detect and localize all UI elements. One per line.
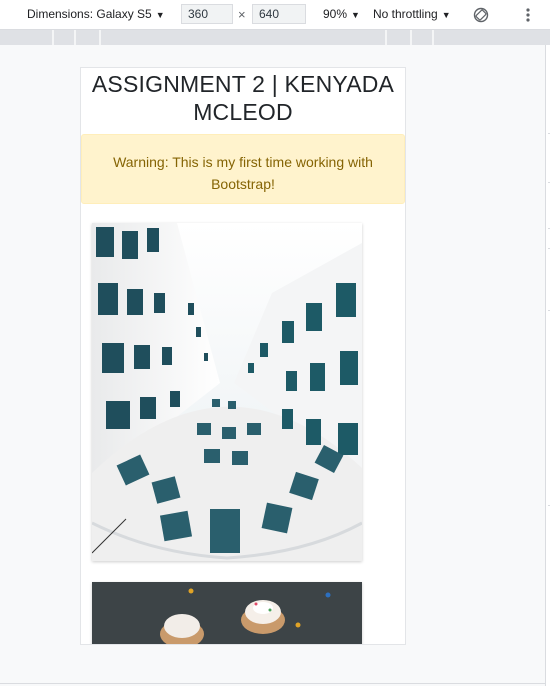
ruler-divider [432,30,434,45]
media-query-ruler[interactable] [0,30,550,45]
times-symbol: × [238,7,246,22]
throttling-label: No throttling [373,7,438,21]
width-input[interactable]: 360 [181,4,233,24]
ruler-divider [410,30,412,45]
caret-down-icon: ▼ [351,10,360,20]
page-title: ASSIGNMENT 2 | KENYADA MCLEOD [91,71,395,125]
caret-down-icon: ▼ [155,10,165,20]
ruler-divider [52,30,54,45]
rotate-icon[interactable] [473,7,489,23]
device-toolbar: Dimensions: Galaxy S5 ▼ 360 × 640 90% ▼ No… [0,0,550,30]
device-dimensions-select[interactable]: Dimensions: Galaxy S5 ▼ [27,0,165,29]
warning-alert-text: Warning: This is my first time working w… [113,154,373,192]
throttling-select[interactable]: No throttling ▼ [373,0,451,29]
zoom-label: 90% [323,7,348,21]
ruler-divider [385,30,387,45]
ruler-divider [99,30,101,45]
device-dimensions-label: Dimensions: Galaxy S5 [27,7,152,21]
building-photo [92,223,362,561]
side-resize-handle[interactable] [545,45,550,686]
emulated-page: ASSIGNMENT 2 | KENYADA MCLEOD Warning: T… [81,68,405,644]
zoom-select[interactable]: 90% ▼ [323,0,360,29]
ruler-divider [74,30,76,45]
cupcakes-photo [92,582,362,644]
bottom-resize-handle[interactable] [0,683,545,684]
caret-down-icon: ▼ [441,10,451,20]
more-vert-icon[interactable] [522,6,534,24]
warning-alert: Warning: This is my first time working w… [81,134,405,204]
height-input[interactable]: 640 [252,4,306,24]
